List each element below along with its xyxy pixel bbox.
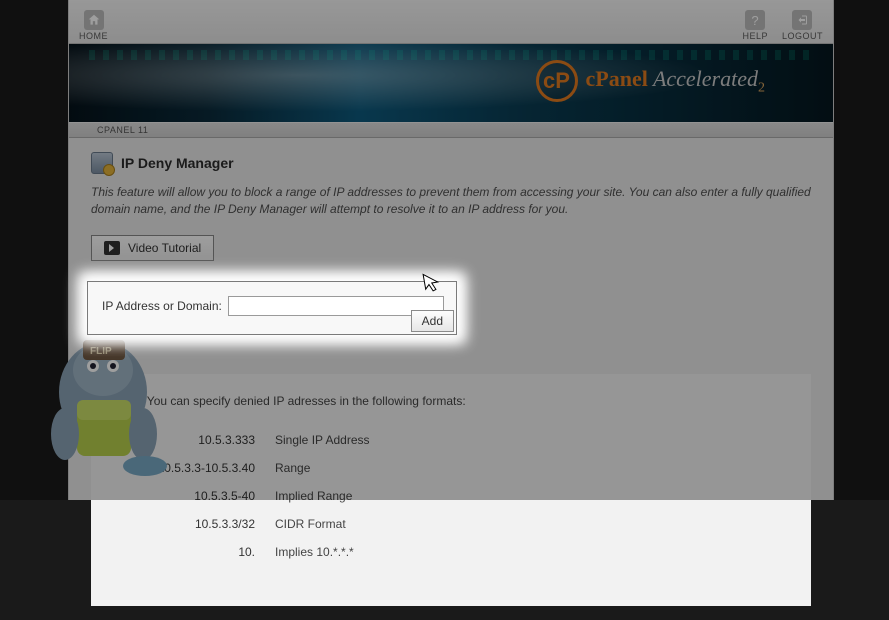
table-row: 10.Implies 10.*.*.* [135, 538, 380, 566]
header-banner: cP cPanel Accelerated2 [69, 44, 833, 122]
video-tutorial-label: Video Tutorial [128, 241, 201, 255]
help-button[interactable]: ? HELP [742, 10, 768, 41]
brand-block: cP cPanel Accelerated2 [536, 60, 766, 102]
brand-tag: Accelerated [653, 66, 758, 91]
add-ip-form: IP Address or Domain: Add [87, 281, 457, 335]
format-example: 10.5.3.5-40 [135, 482, 265, 510]
logout-label: LOGOUT [782, 31, 823, 41]
breadcrumb: CPANEL 11 [69, 122, 833, 138]
video-tutorial-button[interactable]: Video Tutorial [91, 235, 214, 261]
help-icon: ? [745, 10, 765, 30]
format-example: 10.5.3.3-10.5.3.40 [135, 454, 265, 482]
format-desc: Single IP Address [265, 426, 380, 454]
format-desc: Range [265, 454, 380, 482]
page-container: HOME ? HELP LOGOUT cP cPanel Accelerated… [68, 0, 834, 500]
format-example: 10.5.3.3/32 [135, 510, 265, 538]
logout-icon [792, 10, 812, 30]
home-button[interactable]: HOME [79, 10, 108, 41]
logout-button[interactable]: LOGOUT [782, 10, 823, 41]
home-label: HOME [79, 31, 108, 41]
ip-field-label: IP Address or Domain: [102, 299, 222, 313]
page-title: IP Deny Manager [121, 155, 234, 171]
add-button-label: Add [422, 314, 443, 328]
help-label: HELP [742, 31, 768, 41]
format-desc: Implies 10.*.*.* [265, 538, 380, 566]
formats-panel: Note: You can specify denied IP adresses… [91, 374, 811, 606]
formats-table: 10.5.3.333Single IP Address 10.5.3.3-10.… [135, 426, 380, 566]
format-example: 10. [135, 538, 265, 566]
table-row: 10.5.3.5-40Implied Range [135, 482, 380, 510]
formats-note: Note: You can specify denied IP adresses… [115, 394, 791, 408]
feature-description: This feature will allow you to block a r… [91, 184, 811, 219]
brand-text: cPanel Accelerated2 [586, 66, 766, 96]
brand-name: cPanel [586, 66, 648, 91]
table-row: 10.5.3.333Single IP Address [135, 426, 380, 454]
home-icon [84, 10, 104, 30]
breadcrumb-text: CPANEL 11 [97, 125, 148, 135]
format-example: 10.5.3.333 [135, 426, 265, 454]
ip-deny-icon [91, 152, 113, 174]
format-desc: Implied Range [265, 482, 380, 510]
format-desc: CIDR Format [265, 510, 380, 538]
video-icon [104, 241, 120, 255]
content-area: IP Deny Manager This feature will allow … [69, 138, 833, 620]
table-row: 10.5.3.3/32CIDR Format [135, 510, 380, 538]
page-title-row: IP Deny Manager [91, 152, 811, 174]
top-toolbar: HOME ? HELP LOGOUT [69, 0, 833, 44]
cpanel-logo-icon: cP [536, 60, 578, 102]
brand-sub: 2 [758, 80, 765, 95]
add-button[interactable]: Add [411, 310, 454, 332]
highlight-region: IP Address or Domain: Add [87, 281, 457, 335]
table-row: 10.5.3.3-10.5.3.40Range [135, 454, 380, 482]
